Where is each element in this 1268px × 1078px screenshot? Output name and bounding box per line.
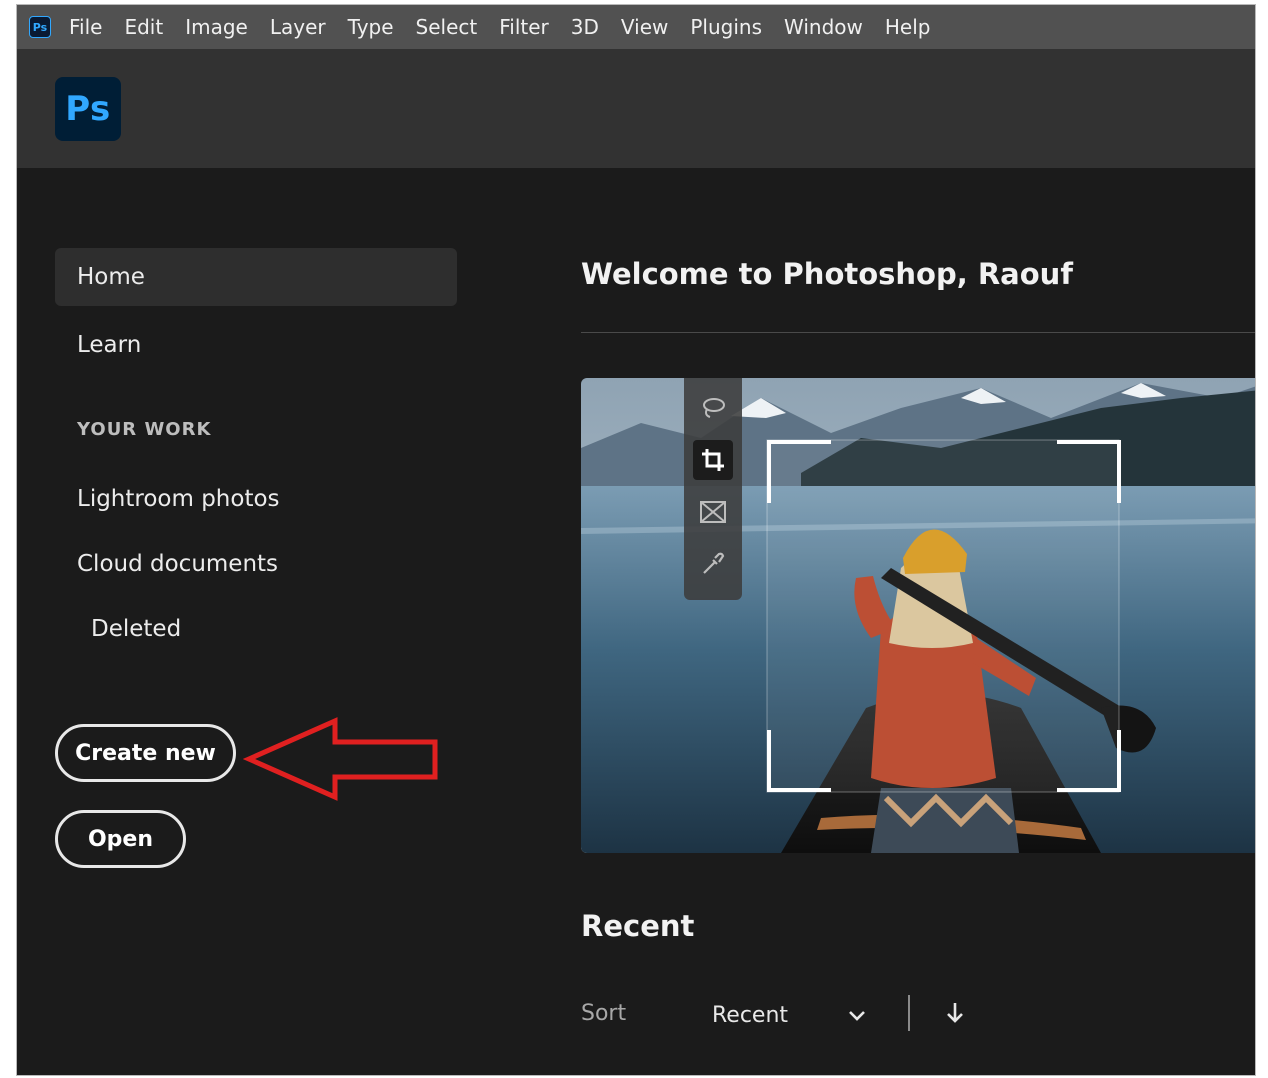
sidebar-item-cloud-documents[interactable]: Cloud documents bbox=[55, 535, 457, 593]
sort-dropdown[interactable]: Recent bbox=[712, 999, 867, 1031]
sidebar-item-home[interactable]: Home bbox=[55, 248, 457, 306]
home-header: Ps bbox=[17, 49, 1255, 168]
menu-edit[interactable]: Edit bbox=[124, 5, 163, 49]
menu-bar: Ps File Edit Image Layer Type Select Fil… bbox=[17, 5, 1255, 49]
menu-select[interactable]: Select bbox=[416, 5, 478, 49]
create-new-button[interactable]: Create new bbox=[55, 724, 236, 782]
sidebar-item-lightroom-photos[interactable]: Lightroom photos bbox=[55, 470, 457, 528]
menu-help[interactable]: Help bbox=[885, 5, 931, 49]
photoshop-window: Ps File Edit Image Layer Type Select Fil… bbox=[16, 4, 1256, 1076]
menu-filter[interactable]: Filter bbox=[499, 5, 549, 49]
tool-strip bbox=[684, 378, 742, 600]
sidebar-item-learn[interactable]: Learn bbox=[55, 316, 457, 374]
menu-window[interactable]: Window bbox=[784, 5, 863, 49]
sidebar-item-deleted[interactable]: Deleted bbox=[55, 600, 457, 658]
chevron-down-icon bbox=[849, 1011, 865, 1021]
annotation-arrow-icon bbox=[243, 717, 438, 801]
menu-image[interactable]: Image bbox=[185, 5, 248, 49]
sidebar-section-your-work: YOUR WORK bbox=[77, 419, 212, 440]
crop-icon[interactable] bbox=[693, 440, 733, 480]
arrow-down-icon[interactable] bbox=[943, 999, 967, 1027]
hero-image bbox=[581, 378, 1255, 853]
app-logo-icon: Ps bbox=[29, 16, 51, 38]
lasso-icon[interactable] bbox=[693, 388, 733, 428]
menu-view[interactable]: View bbox=[621, 5, 668, 49]
menu-layer[interactable]: Layer bbox=[270, 5, 326, 49]
divider bbox=[908, 995, 910, 1031]
menu-file[interactable]: File bbox=[69, 5, 102, 49]
frame-icon[interactable] bbox=[693, 492, 733, 532]
menu-plugins[interactable]: Plugins bbox=[690, 5, 762, 49]
welcome-heading: Welcome to Photoshop, Raouf bbox=[581, 257, 1073, 291]
menu-type[interactable]: Type bbox=[348, 5, 394, 49]
divider bbox=[581, 332, 1255, 333]
photoshop-logo: Ps bbox=[55, 77, 121, 141]
hero-banner[interactable] bbox=[581, 378, 1255, 853]
sort-label: Sort bbox=[581, 1001, 627, 1026]
open-button[interactable]: Open bbox=[55, 810, 186, 868]
menu-3d[interactable]: 3D bbox=[571, 5, 599, 49]
recent-heading: Recent bbox=[581, 909, 695, 943]
sort-value: Recent bbox=[712, 1002, 789, 1028]
eyedropper-icon[interactable] bbox=[693, 544, 733, 584]
